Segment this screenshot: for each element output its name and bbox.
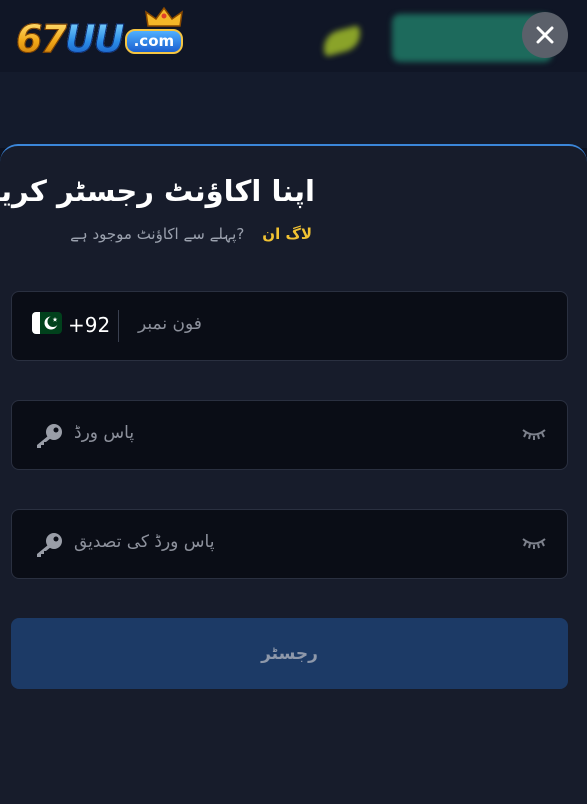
close-icon	[536, 26, 554, 44]
password-field[interactable]: پاس ورڈ	[11, 400, 568, 470]
key-icon	[37, 424, 62, 448]
crown-icon	[145, 6, 183, 27]
close-button[interactable]	[522, 12, 568, 58]
phone-field[interactable]: +92 فون نمبر	[11, 291, 568, 361]
login-link[interactable]: لاگ ان	[262, 225, 312, 243]
background-promo-image	[319, 25, 365, 57]
eye-closed-icon[interactable]	[520, 536, 548, 550]
register-button[interactable]: رجسٹر	[11, 618, 568, 689]
have-account-text: ?پہلے سے اکاؤنٹ موجود ہے	[70, 225, 245, 243]
logo-domain: .com	[124, 29, 184, 54]
pakistan-flag-icon[interactable]	[32, 312, 62, 334]
page-title: اپنا اکاؤنٹ رجسٹر کریں	[0, 174, 315, 208]
confirm-password-field[interactable]: پاس ورڈ کی تصدیق	[11, 509, 568, 579]
register-sheet: اپنا اکاؤنٹ رجسٹر کریں لاگ ان ?پہلے سے ا…	[0, 144, 587, 804]
key-icon	[37, 533, 62, 557]
eye-closed-icon[interactable]	[520, 427, 548, 441]
site-logo: 67UU .com	[16, 6, 184, 61]
password-input[interactable]: پاس ورڈ	[74, 423, 134, 443]
phone-divider	[118, 310, 119, 342]
country-code[interactable]: +92	[68, 313, 110, 337]
phone-input[interactable]: فون نمبر	[138, 314, 202, 334]
background-nav: 67UU	[0, 72, 587, 209]
login-prompt: لاگ ان ?پہلے سے اکاؤنٹ موجود ہے	[12, 222, 312, 246]
logo-text: 67UU	[16, 17, 126, 61]
confirm-password-input[interactable]: پاس ورڈ کی تصدیق	[74, 532, 214, 552]
